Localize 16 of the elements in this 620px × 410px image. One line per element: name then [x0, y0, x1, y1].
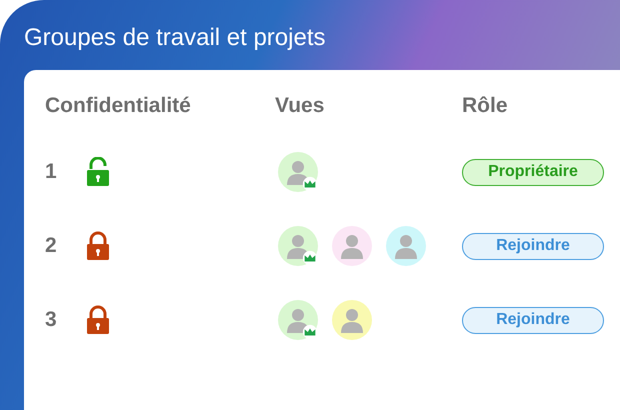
column-header: Confidentialité: [45, 93, 192, 120]
person-icon: [393, 232, 419, 260]
page-title: Groupes de travail et projets: [24, 23, 326, 53]
role-button[interactable]: Rejoindre: [462, 232, 604, 260]
column-header: Rôle: [462, 93, 509, 120]
row-number: 1: [45, 159, 57, 186]
crown-icon: [302, 324, 318, 340]
role-button[interactable]: Propriétaire: [462, 158, 604, 186]
crown-icon: [302, 250, 318, 266]
column-header: Vues: [275, 93, 326, 120]
person-icon: [339, 306, 365, 334]
person-icon: [339, 232, 365, 260]
row-number: 3: [45, 307, 57, 334]
crown-icon: [302, 176, 318, 192]
row-number: 2: [45, 233, 57, 260]
role-button[interactable]: Rejoindre: [462, 306, 604, 334]
